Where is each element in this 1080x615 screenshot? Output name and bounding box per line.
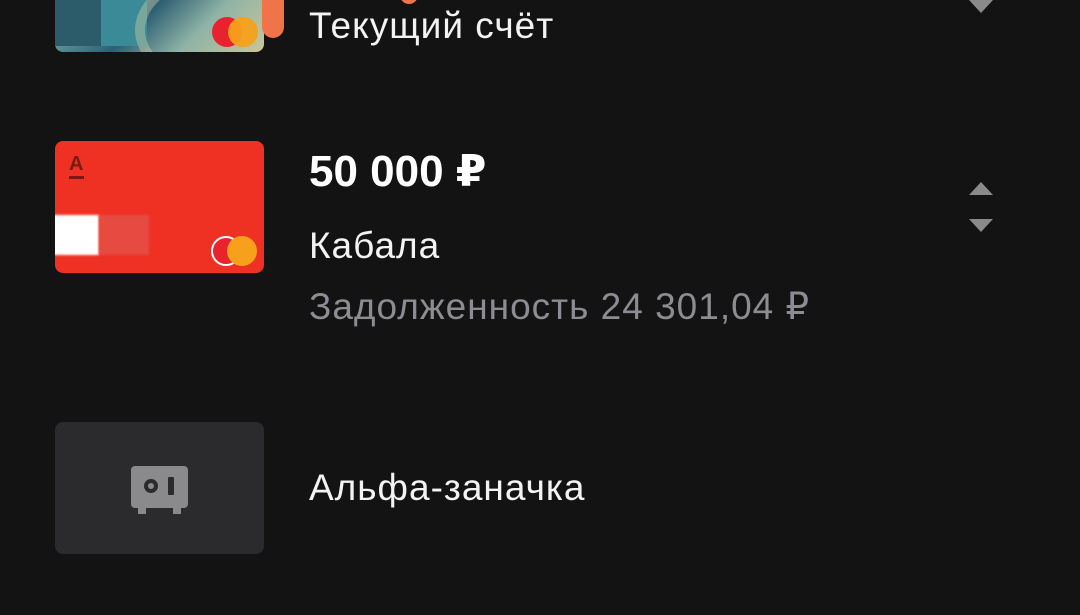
decorative-shape [262, 0, 284, 38]
stash-tile [55, 422, 264, 554]
move-down-icon[interactable] [969, 0, 993, 13]
account-balance: 50 000 ₽ [309, 147, 487, 196]
move-up-icon[interactable] [969, 182, 993, 195]
account-row-stash[interactable]: Альфа-заначка [0, 422, 1080, 554]
card-pattern [55, 0, 101, 46]
masked-card-number [55, 215, 99, 255]
account-name: Альфа-заначка [309, 467, 586, 508]
account-row-current[interactable]: Текущий счёт [0, 0, 1080, 80]
account-name: Текущий счёт [309, 5, 555, 46]
card-image [55, 0, 264, 52]
alfa-logo: А [69, 153, 84, 175]
decorative-shape [400, 0, 418, 4]
mastercard-logo [211, 236, 257, 266]
alfa-logo-underline [69, 176, 84, 179]
move-down-icon[interactable] [969, 219, 993, 232]
masked-card-number [99, 215, 149, 255]
safe-icon [131, 466, 188, 514]
account-row-credit[interactable]: А 50 000 ₽ Кабала Задолженность 24 301,0… [0, 140, 1080, 340]
account-name: Кабала [309, 225, 441, 266]
card-image: А [55, 141, 264, 273]
mastercard-logo [212, 17, 258, 47]
account-debt: Задолженность 24 301,04 ₽ [309, 286, 811, 327]
